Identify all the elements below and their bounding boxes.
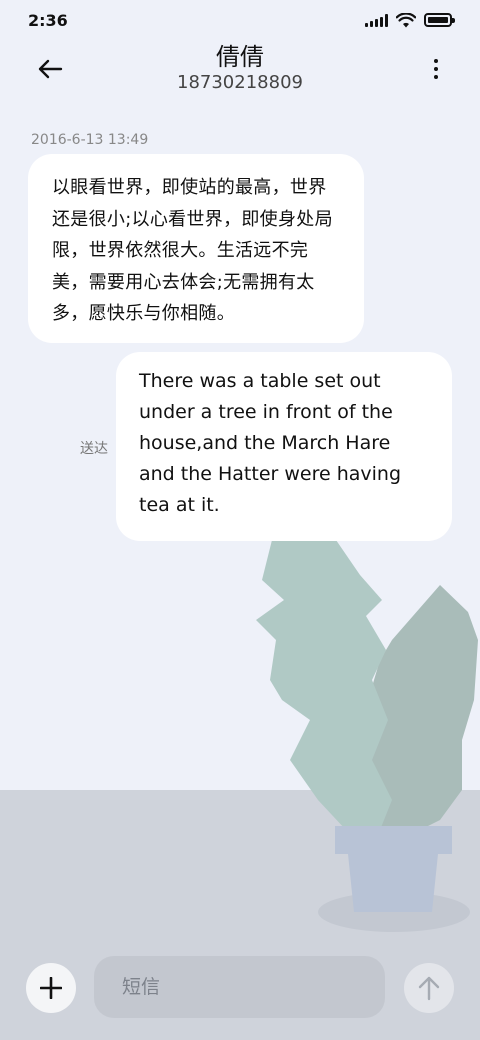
status-time: 2:36 (28, 10, 68, 30)
message-timestamp: 2016-6-13 13:49 (31, 132, 149, 148)
contact-name: 倩倩 (216, 43, 264, 71)
more-options-button[interactable] (428, 54, 444, 84)
arrow-up-icon (418, 976, 440, 1001)
outgoing-message-text: There was a table set out under a tree i… (139, 370, 402, 516)
incoming-message-text: 以眼看世界，即使站的最高，世界还是很小;以心看世界，即使身处局限，世界依然很大。… (52, 177, 333, 324)
battery-icon (424, 13, 455, 27)
message-input[interactable] (94, 956, 385, 1018)
wifi-icon (396, 12, 416, 27)
plus-icon (40, 977, 62, 999)
status-bar: 2:36 (0, 0, 480, 40)
send-button[interactable] (404, 963, 454, 1013)
contact-info: 倩倩 18730218809 (0, 42, 480, 94)
more-vertical-icon (434, 59, 438, 63)
signal-icon (365, 13, 388, 27)
incoming-message-bubble[interactable]: 以眼看世界，即使站的最高，世界还是很小;以心看世界，即使身处局限，世界依然很大。… (28, 154, 364, 343)
contact-phone: 18730218809 (177, 72, 303, 93)
add-attachment-button[interactable] (26, 963, 76, 1013)
delivery-status: 送达 (80, 441, 108, 457)
outgoing-message-bubble[interactable]: There was a table set out under a tree i… (116, 352, 452, 541)
status-icons (365, 12, 455, 28)
conversation-header: 倩倩 18730218809 (0, 40, 480, 100)
